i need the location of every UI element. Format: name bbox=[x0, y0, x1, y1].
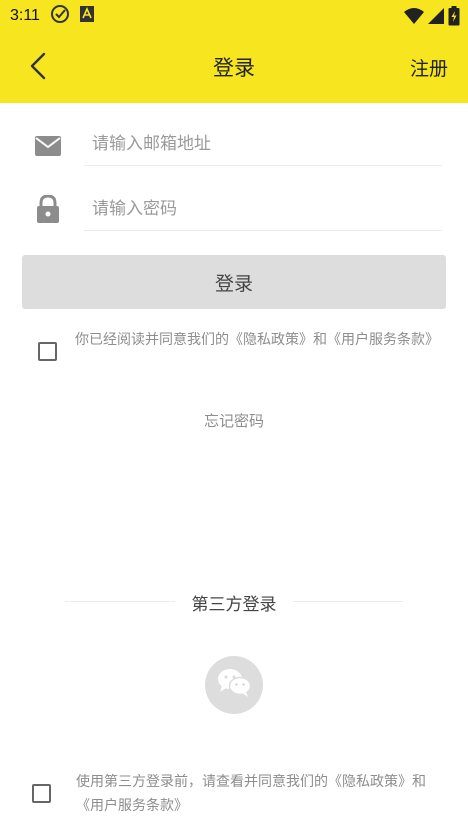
forgot-password-row: 忘记密码 bbox=[0, 410, 468, 431]
signal-icon bbox=[427, 7, 445, 29]
page-title: 登录 bbox=[213, 56, 255, 80]
third-party-title: 第三方登录 bbox=[191, 595, 277, 615]
wechat-icon bbox=[216, 668, 252, 702]
password-input[interactable] bbox=[84, 187, 442, 231]
status-time: 3:11 bbox=[10, 7, 40, 24]
status-left-icons bbox=[50, 4, 94, 28]
password-row bbox=[0, 183, 468, 239]
header: 3:11 登录 注册 bbox=[0, 0, 468, 103]
third-party-agreement-checkbox[interactable] bbox=[32, 784, 51, 803]
wechat-login-button[interactable] bbox=[205, 656, 263, 714]
status-right-icons bbox=[404, 6, 460, 30]
status-bar: 3:11 bbox=[0, 0, 468, 32]
wifi-icon bbox=[404, 7, 424, 29]
agreement-checkbox[interactable] bbox=[38, 342, 57, 361]
email-input[interactable] bbox=[84, 122, 442, 166]
agreement-text: 你已经阅读并同意我们的《隐私政策》和《用户服务条款》 bbox=[75, 332, 439, 348]
email-row bbox=[0, 118, 468, 174]
mail-icon bbox=[34, 132, 62, 160]
nav-bar: 登录 注册 bbox=[0, 38, 468, 98]
login-button[interactable]: 登录 bbox=[22, 255, 446, 309]
check-circle-icon bbox=[50, 4, 70, 28]
third-party-agreement-text: 使用第三方登录前，请查看并同意我们的《隐私政策》和《用户服务条款》 bbox=[76, 774, 426, 814]
forgot-password-link[interactable]: 忘记密码 bbox=[204, 412, 264, 430]
divider-right bbox=[293, 601, 403, 602]
register-link[interactable]: 注册 bbox=[410, 54, 448, 81]
battery-icon bbox=[448, 6, 460, 30]
lock-icon bbox=[34, 195, 62, 223]
app-notification-icon bbox=[79, 6, 94, 26]
